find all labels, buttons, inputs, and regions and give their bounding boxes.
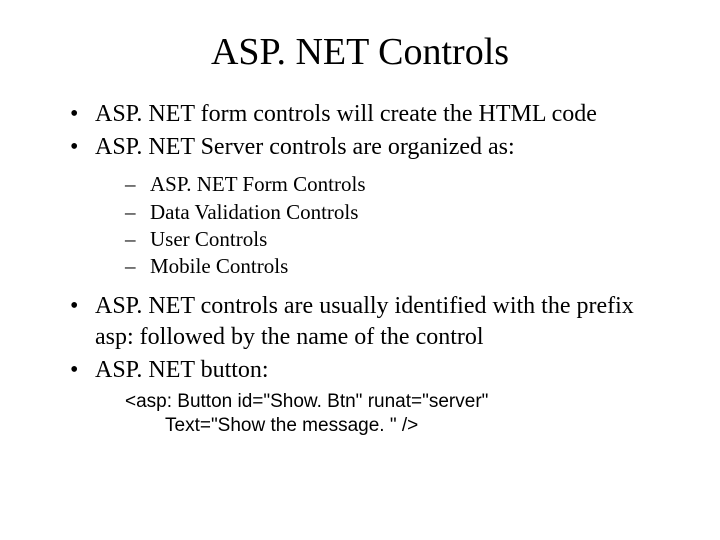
- bullet-text: ASP. NET button:: [95, 357, 269, 383]
- bullet-text: ASP. NET Server controls are organized a…: [95, 134, 515, 160]
- sub-bullet-list: ASP. NET Form Controls Data Validation C…: [95, 171, 670, 280]
- sub-bullet-item: Mobile Controls: [125, 253, 670, 280]
- bullet-item: ASP. NET controls are usually identified…: [70, 291, 670, 353]
- code-block: <asp: Button id="Show. Btn" runat="serve…: [95, 390, 670, 438]
- bullet-item: ASP. NET button: <asp: Button id="Show. …: [70, 355, 670, 438]
- sub-bullet-item: ASP. NET Form Controls: [125, 171, 670, 198]
- code-line: <asp: Button id="Show. Btn" runat="serve…: [125, 390, 670, 414]
- bullet-item: ASP. NET Server controls are organized a…: [70, 132, 670, 280]
- bullet-list: ASP. NET form controls will create the H…: [50, 99, 670, 438]
- slide-title: ASP. NET Controls: [50, 30, 670, 74]
- bullet-item: ASP. NET form controls will create the H…: [70, 99, 670, 130]
- sub-bullet-item: User Controls: [125, 226, 670, 253]
- code-line: Text="Show the message. " />: [125, 414, 670, 438]
- sub-bullet-item: Data Validation Controls: [125, 199, 670, 226]
